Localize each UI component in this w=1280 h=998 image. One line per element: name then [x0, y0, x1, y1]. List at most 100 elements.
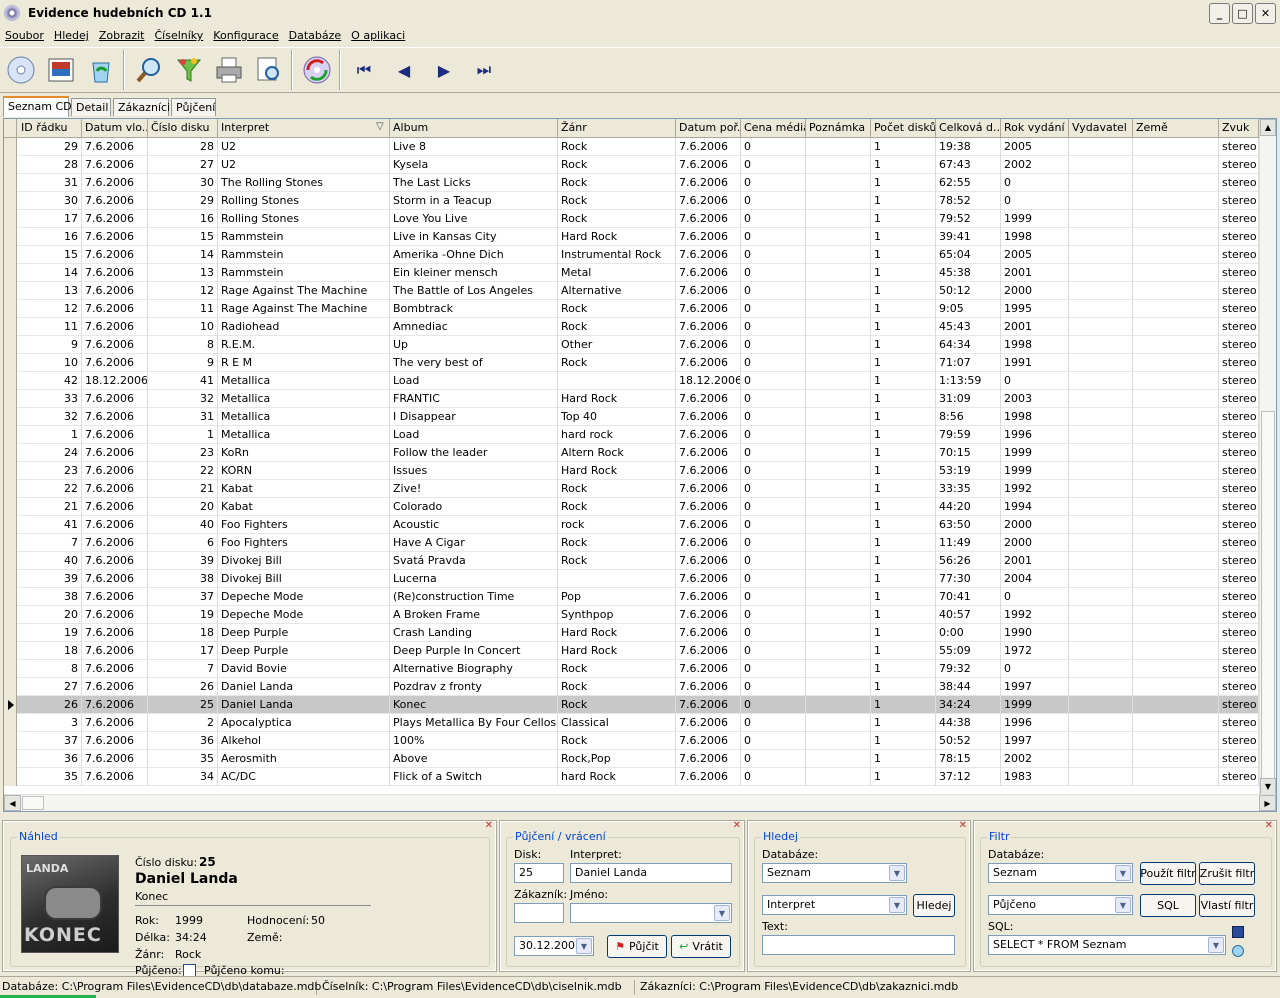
table-cell[interactable]: stereo: [1219, 282, 1259, 300]
table-cell[interactable]: 7.6.2006: [676, 426, 741, 444]
table-cell[interactable]: 7.6.2006: [676, 138, 741, 156]
table-cell[interactable]: Depeche Mode: [218, 606, 390, 624]
table-cell[interactable]: 0: [741, 462, 806, 480]
table-cell[interactable]: stereo: [1219, 606, 1259, 624]
table-cell[interactable]: 7.6.2006: [82, 534, 148, 552]
table-cell[interactable]: [1069, 138, 1133, 156]
refresh-cd-icon[interactable]: [298, 50, 336, 90]
table-cell[interactable]: Rolling Stones: [218, 210, 390, 228]
table-cell[interactable]: 0: [741, 372, 806, 390]
table-cell[interactable]: 1: [871, 174, 936, 192]
row-indicator[interactable]: [4, 192, 17, 210]
table-cell[interactable]: 1: [871, 714, 936, 732]
table-cell[interactable]: Apocalyptica: [218, 714, 390, 732]
table-cell[interactable]: Above: [390, 750, 558, 768]
table-cell[interactable]: [1069, 444, 1133, 462]
row-indicator[interactable]: [4, 768, 17, 786]
table-cell[interactable]: 7.6.2006: [82, 588, 148, 606]
table-cell[interactable]: Rock: [558, 174, 676, 192]
table-cell[interactable]: Bombtrack: [390, 300, 558, 318]
table-cell[interactable]: stereo: [1219, 516, 1259, 534]
table-row[interactable]: 32 7.6.2006 31 Metallica I Disappear Top 40 7.…: [4, 408, 1259, 426]
table-cell[interactable]: Pop: [558, 588, 676, 606]
return-button[interactable]: ↩ Vrátit: [671, 935, 731, 958]
table-cell[interactable]: Load: [390, 372, 558, 390]
last-record-icon[interactable]: ⏭: [464, 50, 504, 90]
table-cell[interactable]: 7.6.2006: [82, 246, 148, 264]
table-cell[interactable]: 7.6.2006: [676, 606, 741, 624]
table-cell[interactable]: stereo: [1219, 732, 1259, 750]
table-cell[interactable]: 7.6.2006: [82, 174, 148, 192]
table-cell[interactable]: 7.6.2006: [82, 516, 148, 534]
chevron-down-icon[interactable]: ▼: [889, 897, 905, 913]
table-cell[interactable]: 0: [741, 516, 806, 534]
table-cell[interactable]: 20: [18, 606, 82, 624]
table-cell[interactable]: [1133, 426, 1219, 444]
table-cell[interactable]: 2000: [1001, 282, 1069, 300]
table-row[interactable]: 16 7.6.2006 15 Rammstein Live in Kansas City…: [4, 228, 1259, 246]
row-indicator[interactable]: [4, 660, 17, 678]
table-row[interactable]: 37 7.6.2006 36 Alkehol 100% Rock 7.6.2006 0 1 50:…: [4, 732, 1259, 750]
table-cell[interactable]: 0: [741, 192, 806, 210]
table-row[interactable]: 13 7.6.2006 12 Rage Against The Machine The …: [4, 282, 1259, 300]
table-cell[interactable]: [806, 462, 871, 480]
table-row[interactable]: 38 7.6.2006 37 Depeche Mode (Re)construction…: [4, 588, 1259, 606]
table-cell[interactable]: 7.6.2006: [82, 696, 148, 714]
table-cell[interactable]: 18.12.2006: [676, 372, 741, 390]
table-cell[interactable]: 7.6.2006: [676, 210, 741, 228]
table-cell[interactable]: Radiohead: [218, 318, 390, 336]
row-indicator[interactable]: [4, 606, 17, 624]
menu-zobrazit[interactable]: Zobrazit: [94, 29, 150, 42]
row-indicator[interactable]: [4, 318, 17, 336]
table-cell[interactable]: 0:00: [936, 624, 1001, 642]
table-cell[interactable]: stereo: [1219, 192, 1259, 210]
table-cell[interactable]: [1069, 588, 1133, 606]
cd-list-grid[interactable]: ID řádku Datum vlo... Číslo disku Interpret…: [3, 118, 1277, 812]
table-cell[interactable]: [1133, 696, 1219, 714]
table-cell[interactable]: 1: [871, 408, 936, 426]
table-cell[interactable]: 0: [741, 246, 806, 264]
table-cell[interactable]: David Bovie: [218, 660, 390, 678]
row-indicator[interactable]: [4, 714, 17, 732]
table-cell[interactable]: Rock: [558, 660, 676, 678]
table-cell[interactable]: 7.6.2006: [676, 570, 741, 588]
table-cell[interactable]: [806, 678, 871, 696]
table-cell[interactable]: 26: [148, 678, 218, 696]
table-cell[interactable]: [806, 444, 871, 462]
table-cell[interactable]: 7.6.2006: [676, 390, 741, 408]
table-cell[interactable]: 0: [741, 300, 806, 318]
table-cell[interactable]: 0: [1001, 372, 1069, 390]
table-cell[interactable]: Deep Purple: [218, 624, 390, 642]
table-cell[interactable]: [1069, 228, 1133, 246]
table-cell[interactable]: 11: [18, 318, 82, 336]
table-cell[interactable]: 1: [148, 426, 218, 444]
table-cell[interactable]: 42: [18, 372, 82, 390]
table-cell[interactable]: 0: [741, 570, 806, 588]
table-cell[interactable]: [1069, 264, 1133, 282]
table-cell[interactable]: 0: [741, 336, 806, 354]
table-cell[interactable]: Alkehol: [218, 732, 390, 750]
vertical-scrollbar[interactable]: ▲ ▼: [1259, 119, 1276, 801]
filter-field-combo[interactable]: Půjčeno ▼: [988, 895, 1133, 915]
table-cell[interactable]: stereo: [1219, 750, 1259, 768]
table-cell[interactable]: 9:05: [936, 300, 1001, 318]
table-cell[interactable]: 0: [741, 768, 806, 786]
table-cell[interactable]: 7.6.2006: [82, 660, 148, 678]
tab-detail[interactable]: Detail: [71, 98, 111, 116]
table-cell[interactable]: 7.6.2006: [82, 192, 148, 210]
table-cell[interactable]: Rammstein: [218, 246, 390, 264]
table-cell[interactable]: 70:15: [936, 444, 1001, 462]
table-cell[interactable]: 23: [18, 462, 82, 480]
table-cell[interactable]: 7.6.2006: [676, 408, 741, 426]
scroll-right-icon[interactable]: ▶: [1259, 795, 1276, 811]
table-cell[interactable]: 7.6.2006: [676, 156, 741, 174]
table-cell[interactable]: 2001: [1001, 264, 1069, 282]
table-cell[interactable]: stereo: [1219, 480, 1259, 498]
table-cell[interactable]: [1133, 156, 1219, 174]
table-cell[interactable]: 2000: [1001, 534, 1069, 552]
table-cell[interactable]: 7.6.2006: [82, 354, 148, 372]
table-cell[interactable]: [806, 588, 871, 606]
table-cell[interactable]: [1069, 570, 1133, 588]
table-cell[interactable]: 36: [148, 732, 218, 750]
table-row[interactable]: 33 7.6.2006 32 Metallica FRANTIC Hard Rock 7.6…: [4, 390, 1259, 408]
